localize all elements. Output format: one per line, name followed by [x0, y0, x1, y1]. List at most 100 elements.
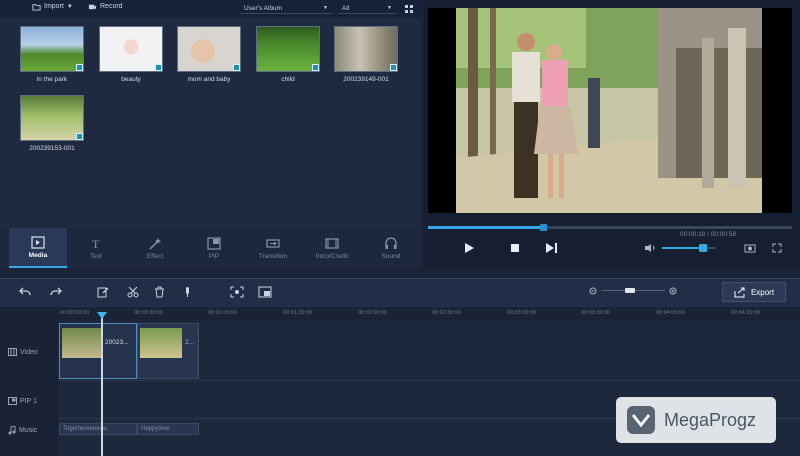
media-item-child[interactable]: child: [256, 26, 320, 83]
track-header-column: [0, 320, 58, 456]
video-clip[interactable]: 20023...: [59, 323, 137, 379]
export-button[interactable]: Export: [722, 282, 786, 302]
redo-icon[interactable]: [50, 286, 62, 297]
thumbnail-image: [99, 26, 163, 72]
chevron-down-icon: ▼: [323, 5, 328, 11]
clip-label: 20023...: [105, 339, 129, 346]
folder-icon: [32, 4, 41, 11]
track-label-text: Video: [20, 348, 38, 356]
audio-clip[interactable]: Happytime: [137, 423, 199, 435]
media-item-mom-and-baby[interactable]: mom and baby: [177, 26, 241, 83]
ruler-tick-label: 00:01:30:00: [283, 310, 313, 316]
media-item-in-the-park[interactable]: in the park: [20, 26, 84, 83]
ruler-tick-label: 00:04:30:00: [731, 310, 761, 316]
music-note-icon: [8, 426, 16, 435]
cut-icon[interactable]: [127, 286, 139, 298]
tab-intro-credit[interactable]: Intro/Credit: [303, 228, 361, 268]
video-badge-icon: [390, 64, 397, 71]
import-button[interactable]: Import ▼: [32, 2, 73, 11]
zoom-in-icon[interactable]: [669, 287, 677, 295]
film-icon: [8, 348, 17, 356]
ruler-tick-label: 00:02:00:00: [358, 310, 388, 316]
snapshot-camera-icon[interactable]: [744, 243, 756, 253]
timeline-playhead[interactable]: [101, 314, 103, 456]
delete-icon[interactable]: [154, 286, 165, 298]
video-preview-frame: [428, 8, 792, 213]
clip-label: 2...: [185, 339, 195, 346]
tab-transition[interactable]: Transition: [244, 228, 302, 268]
stop-icon[interactable]: [510, 243, 520, 253]
intro-credit-icon: [325, 237, 339, 249]
effect-icon: [149, 237, 161, 250]
video-clip[interactable]: 2...: [137, 323, 199, 379]
tab-media[interactable]: Media: [9, 228, 67, 268]
playhead-handle[interactable]: [97, 312, 107, 319]
fit-to-screen-icon[interactable]: [230, 286, 244, 298]
thumbnail-image: [334, 26, 398, 72]
preview-scene-image: [456, 8, 762, 213]
track-label-video: Video: [8, 348, 38, 356]
megaprogz-logo-icon: [627, 406, 655, 434]
camera-icon: [88, 4, 97, 10]
snapshot-icon[interactable]: [258, 286, 272, 298]
media-item-beauty[interactable]: beauty: [99, 26, 163, 83]
zoom-slider-handle[interactable]: [625, 288, 635, 293]
microphone-icon[interactable]: [183, 286, 192, 298]
filter-select-value: All: [342, 4, 350, 12]
next-frame-icon[interactable]: [545, 242, 558, 254]
chevron-down-icon: ▼: [387, 5, 392, 11]
media-item-200239149-001[interactable]: 200239149-001: [334, 26, 398, 83]
clip-thumbnail: [140, 328, 182, 358]
media-toolbar: Import ▼ Record User's Album ▼ All ▼: [0, 0, 421, 18]
thumbnail-image: [256, 26, 320, 72]
tab-label: Transition: [258, 252, 288, 260]
tab-label: PIP: [208, 252, 220, 260]
ruler-tick-label: 00:00:30:00: [134, 310, 164, 316]
undo-icon[interactable]: [19, 286, 31, 297]
playback-progress-fill: [428, 226, 544, 229]
tab-label: Text: [90, 252, 102, 260]
thumbnail-image: [20, 95, 84, 141]
import-label: Import: [44, 3, 64, 10]
chevron-down-icon: ▼: [66, 3, 73, 10]
pip-icon: [207, 236, 221, 250]
playback-progress-handle[interactable]: [540, 224, 547, 231]
album-select-value: User's Album: [244, 4, 283, 12]
fullscreen-icon[interactable]: [772, 243, 782, 253]
audio-clip[interactable]: Togethereenewu: [59, 423, 137, 435]
edit-icon[interactable]: [97, 286, 109, 298]
record-button[interactable]: Record: [88, 2, 123, 11]
volume-icon[interactable]: [644, 243, 656, 253]
ruler-tick-label: 00:03:00:00: [507, 310, 537, 316]
tab-effect[interactable]: Effect: [126, 228, 184, 268]
tab-sound[interactable]: Sound: [362, 228, 420, 268]
media-item-label: 200239149-001: [343, 76, 389, 83]
filter-select[interactable]: All ▼: [338, 3, 396, 14]
tab-pip[interactable]: PIP: [185, 228, 243, 268]
grid-view-icon[interactable]: [404, 4, 414, 14]
text-icon: T: [92, 237, 100, 250]
ruler-tick-label: 00:02:30:00: [432, 310, 462, 316]
watermark-text: MegaProgz: [664, 409, 757, 430]
zoom-out-icon[interactable]: [589, 287, 597, 295]
album-select[interactable]: User's Album ▼: [240, 3, 332, 14]
export-icon: [734, 287, 745, 297]
tab-label: Sound: [381, 252, 401, 260]
transition-icon: [266, 238, 280, 248]
media-item-200239153-001[interactable]: 200239153-001: [20, 95, 84, 152]
media-item-label: in the park: [36, 76, 68, 83]
thumbnail-image: [177, 26, 241, 72]
volume-slider-handle[interactable]: [699, 244, 707, 252]
video-badge-icon: [233, 64, 240, 71]
timeline-toolbar: [0, 278, 800, 307]
svg-text:T: T: [92, 237, 100, 250]
play-icon[interactable]: [463, 242, 475, 254]
tab-text[interactable]: T Text: [67, 228, 125, 268]
pip-track-icon: [8, 397, 17, 405]
watermark-logo: MegaProgz: [616, 397, 776, 443]
volume-slider-fill: [662, 247, 703, 249]
track-label-text: Music: [19, 427, 38, 434]
track-divider: [58, 380, 800, 381]
editing-tools-bar: Media T Text Effect PIP Transition Intro…: [0, 228, 421, 268]
track-label-text: PIP 1: [20, 397, 37, 405]
